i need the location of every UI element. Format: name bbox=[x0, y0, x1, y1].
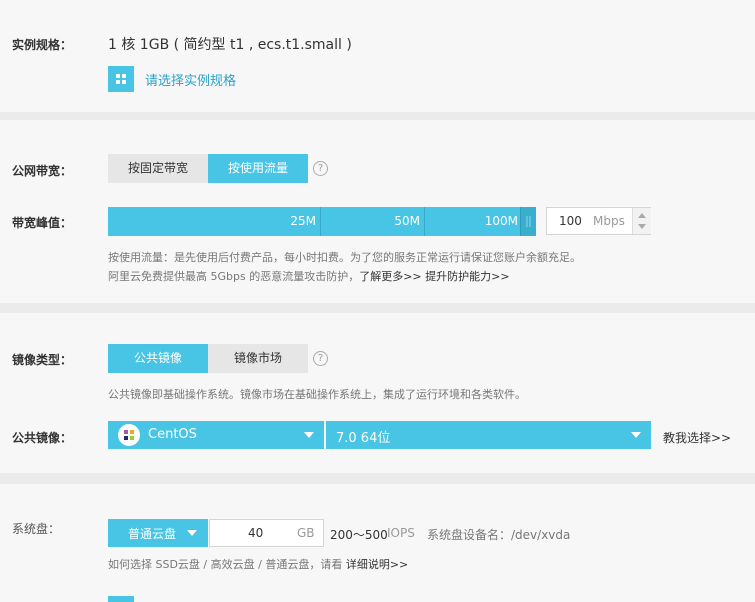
os-value: CentOS bbox=[148, 427, 197, 442]
select-instance-link[interactable]: 请选择实例规格 bbox=[145, 70, 236, 89]
detail-link[interactable]: 详细说明>> bbox=[346, 558, 408, 571]
disk-note: 如何选择 SSD云盘 / 高效云盘 / 普通云盘，请看 详细说明>> bbox=[108, 556, 408, 572]
iops-value: 200～500 bbox=[330, 528, 388, 542]
slider-handle[interactable] bbox=[520, 207, 536, 236]
traffic-billing-option[interactable]: 按使用流量 bbox=[208, 154, 308, 183]
grid-icon bbox=[108, 66, 134, 92]
disk-type-select[interactable]: 普通云盘 bbox=[108, 519, 208, 547]
ddos-note: 阿里云免费提供最高 5Gbps 的恶意流量攻击防护，了解更多>> 提升防护能力>… bbox=[108, 268, 510, 284]
traffic-billing-note: 按使用流量：是先使用后付费产品，每小时扣费。为了您的服务正常运行请保证您账户余额… bbox=[108, 251, 581, 264]
disk-type-dropdown-icon bbox=[187, 530, 197, 536]
bandwidth-unit: Mbps bbox=[593, 214, 625, 228]
bandwidth-help-icon[interactable]: ? bbox=[313, 161, 328, 176]
centos-logo-icon bbox=[118, 424, 140, 446]
image-type-label: 镜像类型： bbox=[12, 353, 73, 367]
disk-size-field[interactable]: 40 GB bbox=[209, 519, 324, 547]
public-image-option[interactable]: 公共镜像 bbox=[108, 344, 208, 373]
improve-protection-link[interactable]: 提升防护能力>> bbox=[425, 270, 509, 283]
disk-type-value: 普通云盘 bbox=[128, 527, 177, 541]
fixed-bandwidth-option[interactable]: 按固定带宽 bbox=[108, 154, 208, 183]
network-section: 公网带宽： 按固定带宽 按使用流量 ? 带宽峰值： 25M 50M 100M 1… bbox=[0, 120, 755, 303]
image-section: 镜像类型： 公共镜像 镜像市场 ? 公共镜像即基础操作系统。镜像市场在基础操作系… bbox=[0, 313, 755, 473]
bandwidth-slider[interactable]: 25M 50M 100M bbox=[108, 207, 536, 236]
bandwidth-stepper[interactable]: 100 Mbps bbox=[546, 207, 651, 235]
peak-bandwidth-label: 带宽峰值： bbox=[12, 216, 73, 230]
device-name: 系统盘设备名：/dev/xvda bbox=[427, 528, 571, 542]
teach-me-link[interactable]: 教我选择>> bbox=[663, 429, 731, 446]
system-disk-label: 系统盘： bbox=[12, 522, 61, 536]
disk-size-unit: GB bbox=[297, 526, 315, 540]
instance-section: 实例规格： 1 核 1GB ( 简约型 t1 , ecs.t1.small ) … bbox=[0, 0, 755, 112]
image-help-icon[interactable]: ? bbox=[313, 351, 328, 366]
slider-tick-25m: 25M bbox=[108, 207, 321, 236]
disk-size-input[interactable]: 40 bbox=[248, 526, 263, 540]
ddos-note-text: 阿里云免费提供最高 5Gbps 的恶意流量攻击防护， bbox=[108, 270, 360, 283]
image-note: 公共镜像即基础操作系统。镜像市场在基础操作系统上，集成了运行环境和各类软件。 bbox=[108, 388, 526, 401]
slider-tick-50m: 50M bbox=[321, 207, 425, 236]
bandwidth-input[interactable]: 100 bbox=[559, 214, 582, 228]
version-dropdown-icon bbox=[631, 432, 641, 438]
slider-tick-100m: 100M bbox=[484, 214, 518, 228]
add-disk-icon[interactable] bbox=[108, 596, 134, 602]
version-select[interactable]: 7.0 64位 bbox=[326, 421, 651, 449]
image-market-option[interactable]: 镜像市场 bbox=[208, 344, 308, 373]
stepper-buttons[interactable] bbox=[632, 208, 651, 234]
instance-value: 1 核 1GB ( 简约型 t1 , ecs.t1.small ) bbox=[108, 37, 352, 53]
iops-unit: IOPS bbox=[387, 526, 415, 540]
disk-note-text: 如何选择 SSD云盘 / 高效云盘 / 普通云盘，请看 bbox=[108, 558, 343, 571]
learn-more-link[interactable]: 了解更多>> bbox=[359, 270, 421, 283]
select-instance-button[interactable]: 请选择实例规格 bbox=[108, 66, 268, 92]
instance-label: 实例规格： bbox=[12, 38, 73, 52]
bandwidth-type-label: 公网带宽： bbox=[12, 164, 73, 178]
public-image-label: 公共镜像： bbox=[12, 431, 73, 445]
version-value: 7.0 64位 bbox=[336, 431, 391, 446]
disk-section: 系统盘： 普通云盘 40 GB 200～500 IOPS 系统盘设备名：/dev… bbox=[0, 484, 755, 602]
os-select[interactable]: CentOS bbox=[108, 421, 324, 449]
os-dropdown-icon bbox=[304, 432, 314, 438]
